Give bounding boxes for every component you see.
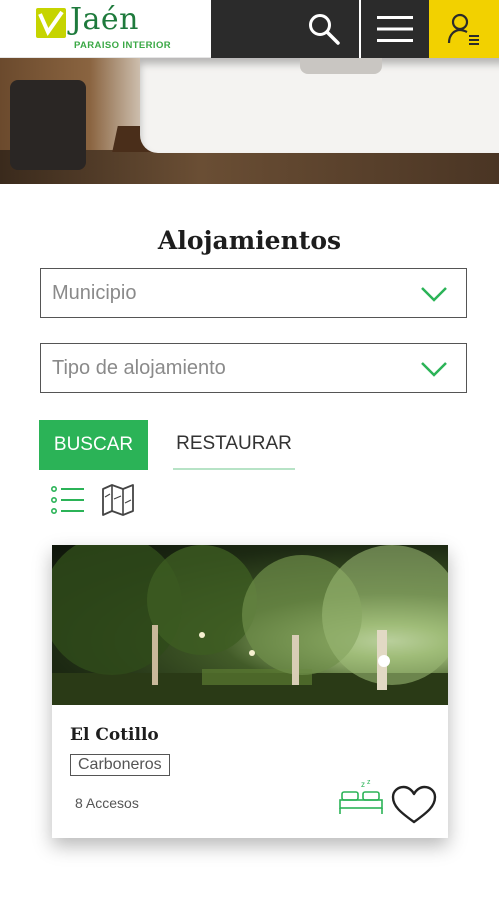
- bed-icon: z z: [339, 779, 383, 814]
- hero-image: [0, 58, 499, 184]
- svg-text:z: z: [367, 779, 371, 786]
- list-view-icon[interactable]: [51, 485, 85, 515]
- page-title: Alojamientos: [157, 226, 342, 255]
- result-card-photo: [52, 545, 448, 705]
- result-card-body: El Cotillo Carboneros 8 Accesos z z: [52, 705, 448, 838]
- tipo-alojamiento-select-label: Tipo de alojamiento: [52, 356, 226, 379]
- logo-text: Jaén: [70, 2, 139, 37]
- top-bar: Jaén PARAISO INTERIOR: [0, 0, 499, 58]
- map-view-icon[interactable]: [101, 483, 135, 517]
- chevron-down-icon: [421, 287, 447, 302]
- menu-button[interactable]: [359, 0, 429, 58]
- search-icon: [309, 14, 340, 45]
- favorite-heart-icon[interactable]: [390, 785, 438, 825]
- hero-suitcase: [10, 80, 86, 170]
- chevron-down-icon: [421, 362, 447, 377]
- user-menu-icon: [447, 13, 479, 45]
- logo-subtitle: PARAISO INTERIOR: [74, 40, 172, 51]
- municipio-select[interactable]: Municipio: [40, 268, 467, 318]
- menu-icon: [377, 16, 413, 42]
- svg-text:z: z: [361, 780, 365, 789]
- buscar-button[interactable]: BUSCAR: [39, 420, 148, 470]
- tipo-alojamiento-select[interactable]: Tipo de alojamiento: [40, 343, 467, 393]
- restaurar-button[interactable]: RESTAURAR: [173, 420, 295, 470]
- search-button[interactable]: [211, 0, 359, 58]
- municipio-select-label: Municipio: [52, 281, 137, 304]
- site-logo[interactable]: Jaén PARAISO INTERIOR: [0, 0, 211, 58]
- municipio-badge: Carboneros: [70, 754, 170, 776]
- suitcase-handle: [44, 90, 60, 106]
- hero-towel: [300, 58, 382, 74]
- result-card-title[interactable]: El Cotillo: [70, 725, 159, 745]
- garden-photo: [52, 545, 448, 705]
- result-card[interactable]: El Cotillo Carboneros 8 Accesos z z: [52, 545, 448, 838]
- logo-mark-icon: [36, 8, 66, 38]
- user-menu-button[interactable]: [429, 0, 499, 58]
- accesos-count: 8 Accesos: [75, 795, 139, 811]
